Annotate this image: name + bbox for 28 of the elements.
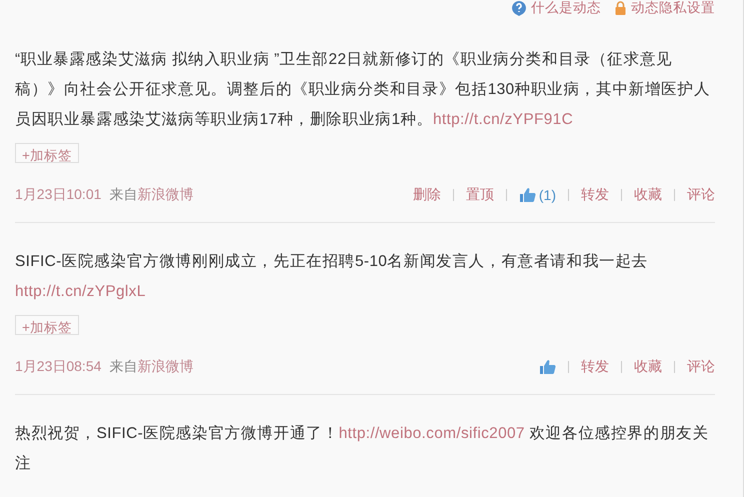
action-link[interactable]: 删除 [412, 186, 441, 204]
action-link[interactable]: 评论 [687, 186, 715, 204]
post-link[interactable]: http://t.cn/zYPF91C [432, 111, 574, 128]
action-link[interactable]: 收藏 [634, 358, 662, 376]
add-tag-button[interactable]: +加标签 [15, 315, 79, 335]
source-link[interactable]: 新浪微博 [137, 186, 194, 204]
source-link[interactable]: 新浪微博 [137, 358, 194, 376]
post-text: 热烈祝贺，SIFIC-医院感染官方微博开通了！http://weibo.com/sific2007 欢迎各位感控界的朋友关注 [15, 424, 710, 474]
top-link[interactable]: 动态隐私设置 [631, 0, 715, 16]
action-link[interactable]: 转发 [581, 358, 609, 376]
lock-icon [615, 1, 626, 15]
post-link[interactable]: http://weibo.com/sific2007 [338, 425, 525, 442]
thumbs-up-icon[interactable] [539, 359, 556, 375]
post-text: “职业暴露感染艾滋病 拟纳入职业病 ”卫生部22日就新修订的《职业病分类和目录（征求意见稿）》向社会公开征求意见。调整后的《职业病分类和目录》包括130种职业病，其中新增医护人员因职业暴露感染艾滋病等职业病17种，删除职业病1种。http://t.cn/zYPF91C [15, 50, 712, 130]
source-label: 来自 [109, 186, 138, 204]
post-time[interactable]: 1月23日08:54 [15, 358, 102, 376]
add-tag-button[interactable]: +加标签 [15, 143, 79, 163]
post-link[interactable]: http://t.cn/zYPglxL [15, 283, 146, 300]
action-link[interactable]: 置顶 [466, 186, 494, 204]
action-link[interactable]: 收藏 [634, 186, 662, 204]
post-text: SIFIC-医院感染官方微博刚刚成立，先正在招聘5-10名新闻发言人，有意者请和我一起去 http://t.cn/zYPglxL [15, 252, 649, 302]
post-time[interactable]: 1月23日10:01 [15, 186, 102, 204]
action-link[interactable]: 评论 [687, 358, 715, 376]
source-label: 来自 [109, 358, 138, 376]
thumbs-up-icon[interactable] [518, 187, 536, 203]
top-link[interactable]: 什么是动态 [531, 0, 601, 16]
action-link[interactable]: 转发 [581, 186, 609, 204]
like-count[interactable]: (1) [538, 187, 556, 203]
